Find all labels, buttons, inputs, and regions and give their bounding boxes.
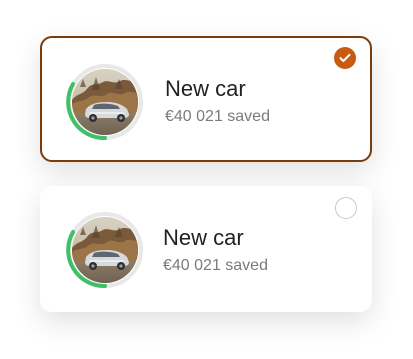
goal-text: New car €40 021 saved	[163, 226, 354, 275]
selected-radio-indicator[interactable]	[334, 47, 356, 69]
radio-icon[interactable]	[335, 197, 357, 219]
saved-amount: €40 021 saved	[163, 257, 268, 274]
car-photo	[72, 69, 138, 135]
car-photo	[72, 217, 138, 283]
goal-title: New car	[165, 76, 246, 101]
goal-card-new-car-unselected[interactable]: New car €40 021 saved	[40, 186, 372, 312]
goal-title: New car	[163, 225, 244, 250]
saved-amount: €40 021 saved	[165, 108, 270, 125]
goal-avatar	[64, 209, 146, 291]
goal-card-new-car-selected[interactable]: New car €40 021 saved	[40, 36, 372, 162]
goal-avatar	[64, 61, 146, 143]
goal-text: New car €40 021 saved	[165, 77, 352, 126]
check-icon	[339, 53, 351, 62]
